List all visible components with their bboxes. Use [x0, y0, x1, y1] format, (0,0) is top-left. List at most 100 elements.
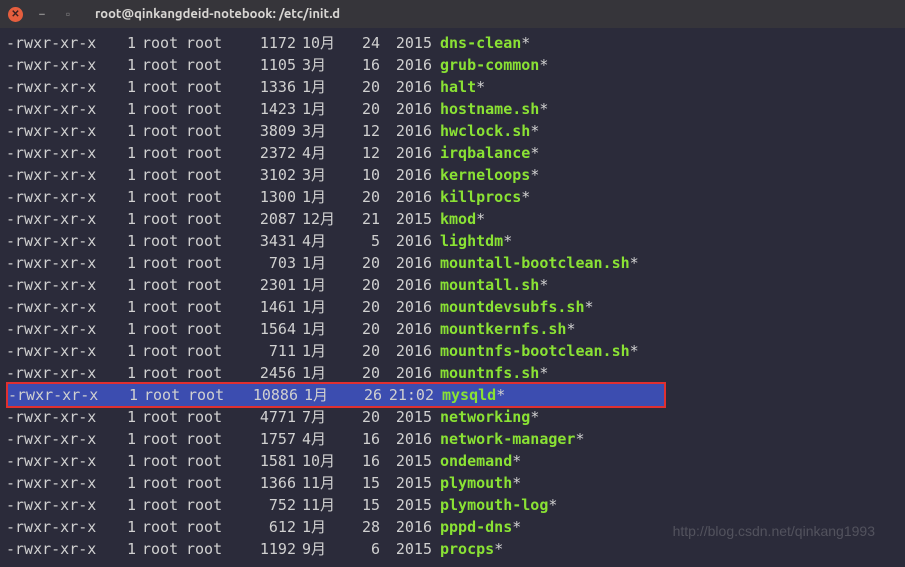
file-day: 6 [346, 538, 380, 560]
executable-marker: * [539, 100, 548, 118]
file-name: mountkernfs.sh* [440, 318, 575, 340]
file-permissions: -rwxr-xr-x [6, 120, 116, 142]
file-owner: root [136, 32, 186, 54]
file-size: 1564 [236, 318, 296, 340]
file-name: mountdevsubfs.sh* [440, 296, 594, 318]
file-month: 1月 [296, 186, 346, 208]
file-size: 2087 [236, 208, 296, 230]
file-year: 2016 [380, 428, 440, 450]
file-links: 1 [116, 494, 136, 516]
file-year: 2016 [380, 362, 440, 384]
file-day: 20 [346, 406, 380, 428]
file-size: 1757 [236, 428, 296, 450]
file-year: 2015 [380, 32, 440, 54]
file-name: plymouth* [440, 472, 521, 494]
file-group: root [186, 230, 236, 252]
file-size: 612 [236, 516, 296, 538]
file-permissions: -rwxr-xr-x [6, 516, 116, 538]
file-day: 10 [346, 164, 380, 186]
file-row: -rwxr-xr-x1rootroot7031月202016mountall-b… [6, 252, 899, 274]
executable-marker: * [539, 56, 548, 74]
file-group: root [186, 274, 236, 296]
file-permissions: -rwxr-xr-x [6, 406, 116, 428]
file-name: lightdm* [440, 230, 512, 252]
executable-marker: * [530, 408, 539, 426]
file-links: 1 [116, 142, 136, 164]
file-owner: root [136, 406, 186, 428]
file-name: mountnfs-bootclean.sh* [440, 340, 639, 362]
file-month: 10月 [296, 32, 346, 54]
file-links: 1 [116, 32, 136, 54]
file-size: 2456 [236, 362, 296, 384]
file-size: 1300 [236, 186, 296, 208]
file-permissions: -rwxr-xr-x [6, 54, 116, 76]
file-links: 1 [116, 406, 136, 428]
file-group: root [188, 384, 238, 406]
close-icon[interactable]: ✕ [8, 7, 23, 22]
file-name: ondemand* [440, 450, 521, 472]
file-year: 2016 [380, 296, 440, 318]
file-name: mountall.sh* [440, 274, 548, 296]
file-permissions: -rwxr-xr-x [6, 362, 116, 384]
file-name: plymouth-log* [440, 494, 557, 516]
file-month: 1月 [296, 318, 346, 340]
executable-marker: * [530, 144, 539, 162]
file-permissions: -rwxr-xr-x [6, 208, 116, 230]
file-day: 15 [346, 494, 380, 516]
minimize-icon[interactable]: − [35, 7, 49, 21]
file-size: 3431 [236, 230, 296, 252]
file-owner: root [136, 494, 186, 516]
executable-marker: * [566, 320, 575, 338]
executable-marker: * [512, 518, 521, 536]
file-group: root [186, 318, 236, 340]
file-row: -rwxr-xr-x1rootroot34314月52016lightdm* [6, 230, 899, 252]
maximize-icon[interactable]: ▫ [61, 7, 75, 21]
file-owner: root [136, 76, 186, 98]
file-size: 10886 [238, 384, 298, 406]
file-row: -rwxr-xr-x1rootroot208712月212015kmod* [6, 208, 899, 230]
terminal-output[interactable]: -rwxr-xr-x1rootroot117210月242015dns-clea… [0, 28, 905, 564]
file-permissions: -rwxr-xr-x [6, 98, 116, 120]
file-group: root [186, 76, 236, 98]
file-row: -rwxr-xr-x1rootroot24561月202016mountnfs.… [6, 362, 899, 384]
file-day: 20 [346, 252, 380, 274]
file-day: 16 [346, 54, 380, 76]
file-row: -rwxr-xr-x1rootroot23011月202016mountall.… [6, 274, 899, 296]
file-day: 20 [346, 318, 380, 340]
file-month: 4月 [296, 230, 346, 252]
file-year: 2015 [380, 208, 440, 230]
file-group: root [186, 98, 236, 120]
file-permissions: -rwxr-xr-x [6, 428, 116, 450]
file-links: 1 [116, 208, 136, 230]
executable-marker: * [585, 298, 594, 316]
file-size: 1366 [236, 472, 296, 494]
file-permissions: -rwxr-xr-x [6, 318, 116, 340]
file-permissions: -rwxr-xr-x [6, 472, 116, 494]
file-links: 1 [118, 384, 138, 406]
file-year: 2016 [380, 164, 440, 186]
file-row: -rwxr-xr-x1rootroot47717月202015networkin… [6, 406, 899, 428]
file-month: 1月 [296, 274, 346, 296]
file-day: 5 [346, 230, 380, 252]
file-group: root [186, 164, 236, 186]
file-row: -rwxr-xr-x1rootroot38093月122016hwclock.s… [6, 120, 899, 142]
file-links: 1 [116, 362, 136, 384]
file-group: root [186, 32, 236, 54]
file-month: 1月 [296, 340, 346, 362]
file-row: -rwxr-xr-x1rootroot15641月202016mountkern… [6, 318, 899, 340]
file-owner: root [136, 274, 186, 296]
file-links: 1 [116, 274, 136, 296]
file-group: root [186, 142, 236, 164]
file-size: 4771 [236, 406, 296, 428]
file-month: 1月 [296, 76, 346, 98]
file-name: network-manager* [440, 428, 585, 450]
file-permissions: -rwxr-xr-x [6, 76, 116, 98]
file-name: networking* [440, 406, 539, 428]
file-name: kmod* [440, 208, 485, 230]
file-permissions: -rwxr-xr-x [6, 252, 116, 274]
file-owner: root [136, 362, 186, 384]
file-permissions: -rwxr-xr-x [6, 340, 116, 362]
file-row: -rwxr-xr-x1rootroot158110月162015ondemand… [6, 450, 899, 472]
file-links: 1 [116, 54, 136, 76]
file-day: 20 [346, 274, 380, 296]
